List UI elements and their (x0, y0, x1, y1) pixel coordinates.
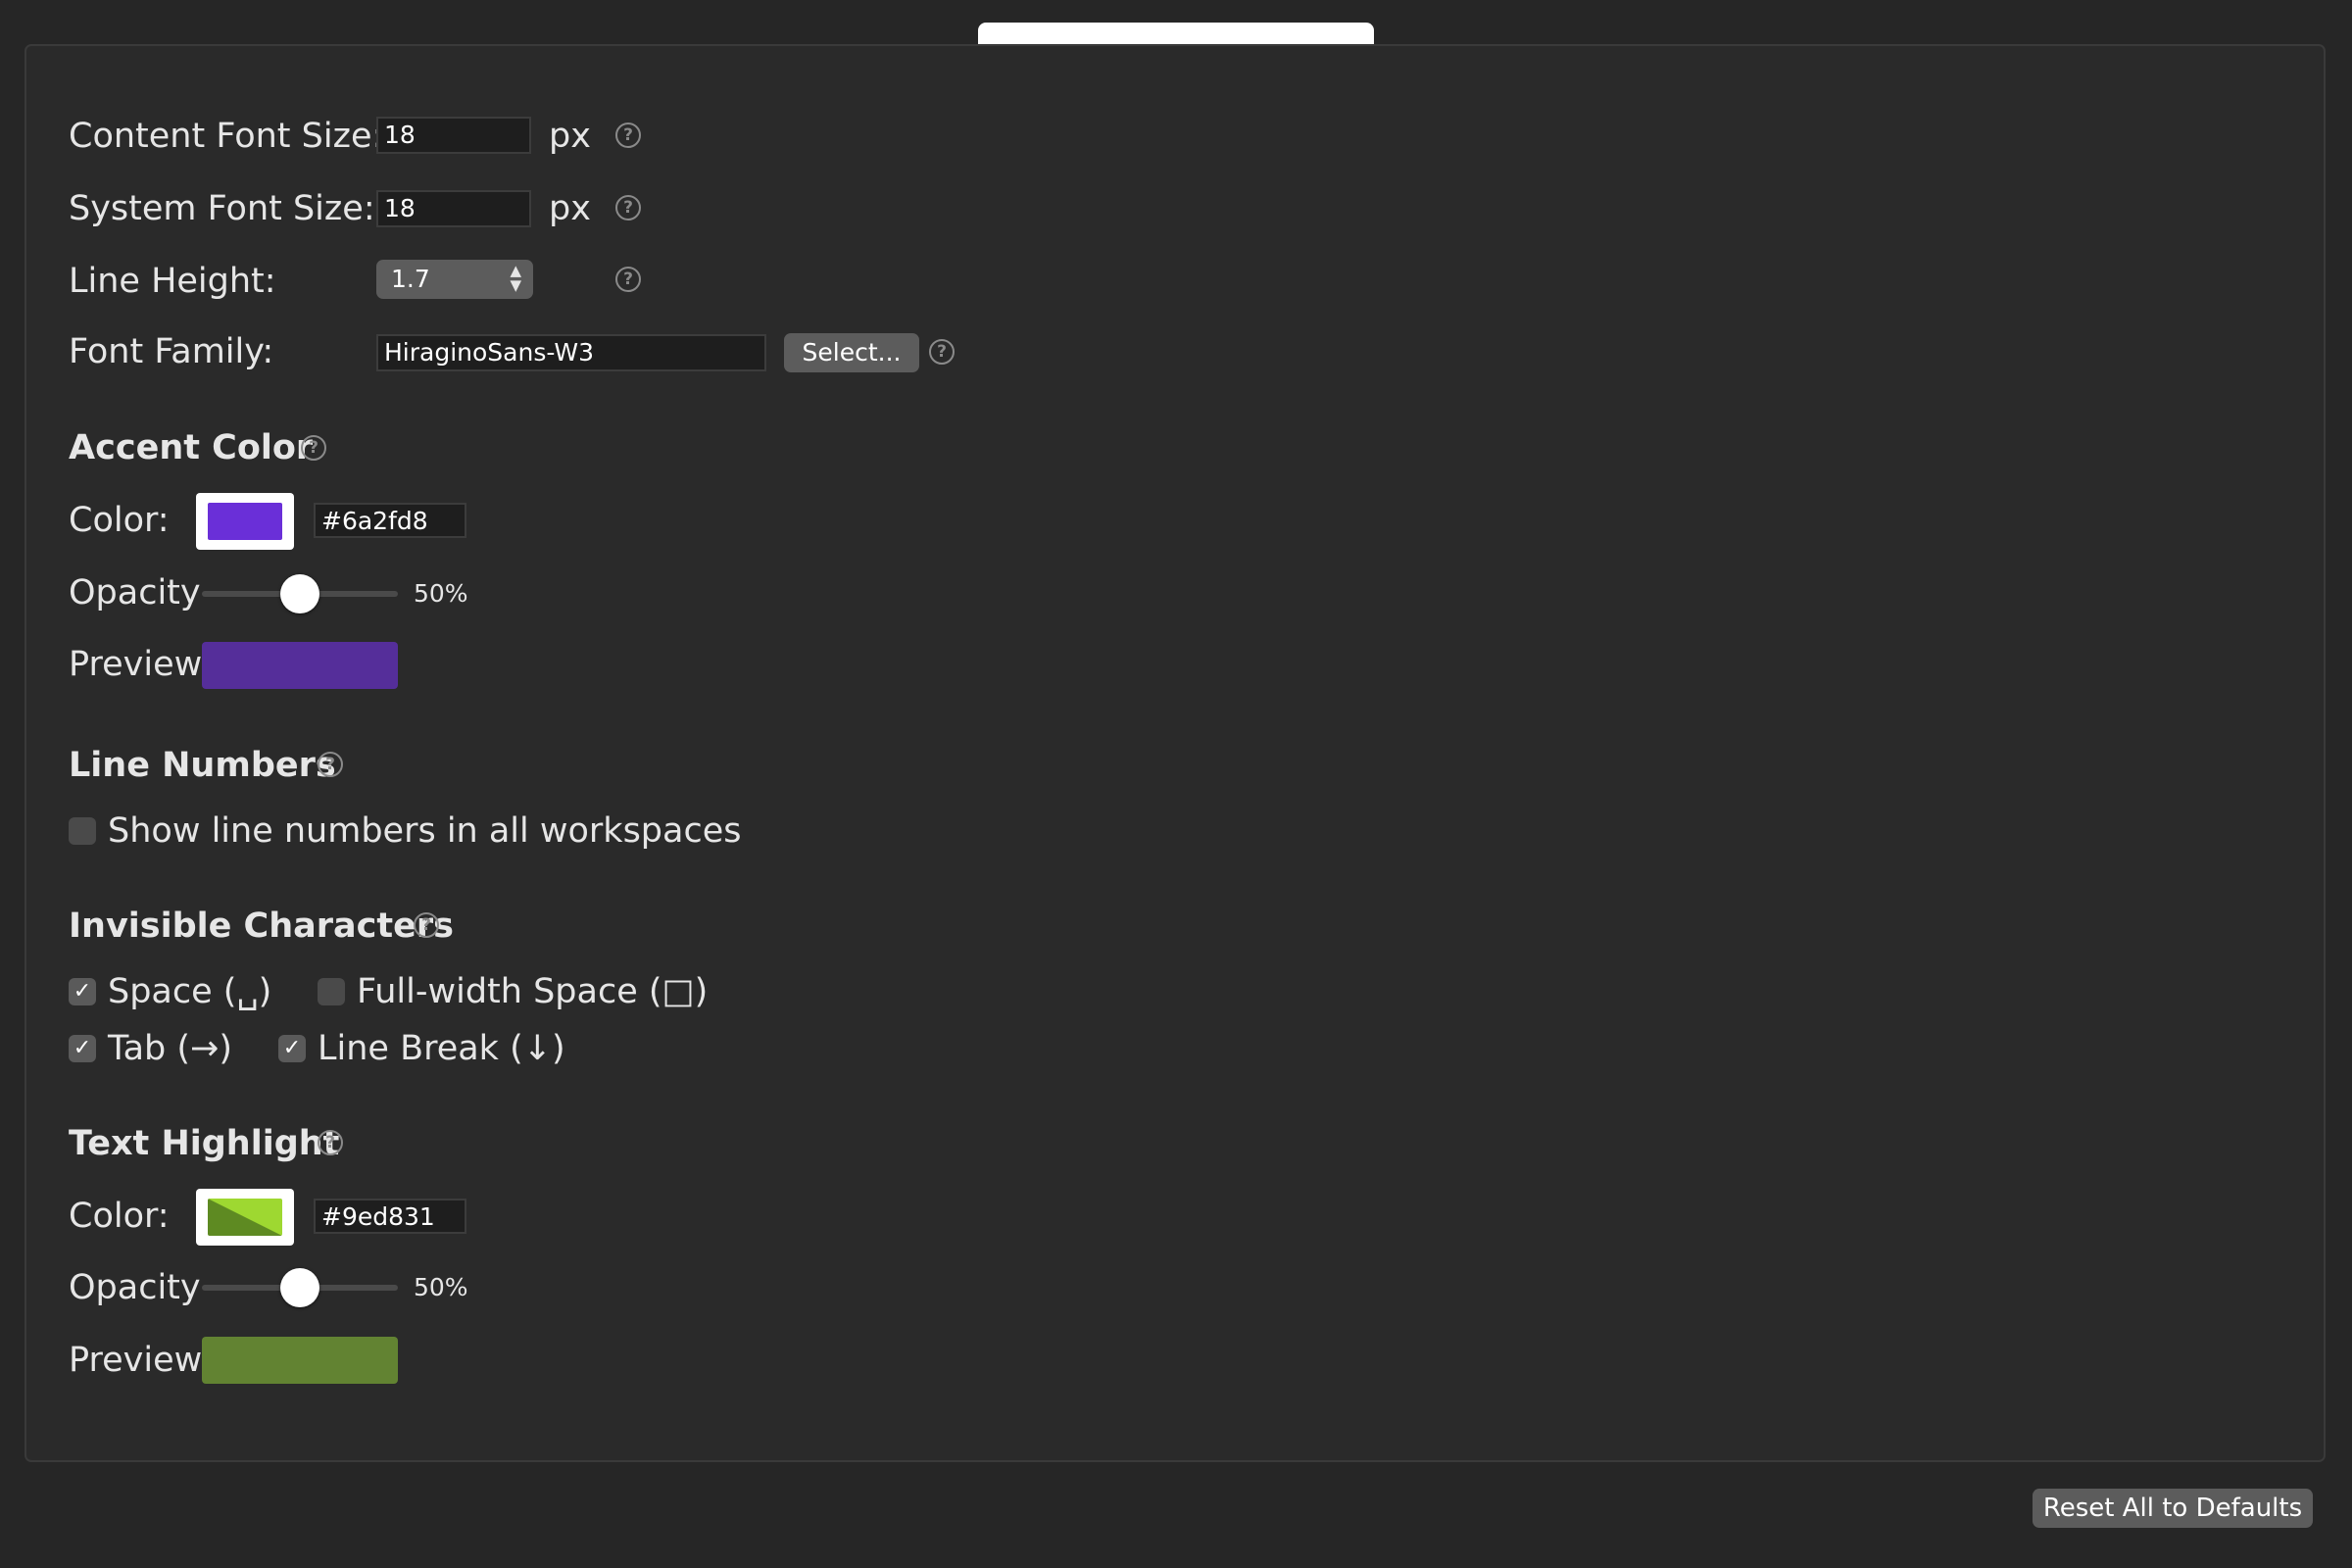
system-font-size-unit: px (549, 189, 591, 228)
highlight-color-swatch[interactable] (196, 1189, 294, 1246)
accent-preview-label: Preview (69, 645, 203, 684)
checkmark-icon: ✓ (73, 1036, 92, 1060)
line-numbers-heading: Line Numbers (69, 746, 336, 785)
accent-color-fill (208, 503, 282, 540)
reset-all-to-defaults-button[interactable]: Reset All to Defaults (2033, 1489, 2313, 1528)
space-option-label: Space (␣) (108, 972, 272, 1011)
line-numbers-option-label: Show line numbers in all workspaces (108, 811, 742, 851)
invisible-characters-heading: Invisible Characters (69, 906, 454, 946)
line-numbers-checkbox[interactable] (69, 817, 96, 845)
tab-option-label: Tab (→) (108, 1029, 233, 1068)
line-height-stepper[interactable]: 1.7 ▲ ▼ (376, 260, 533, 299)
text-highlight-heading: Text Highlight (69, 1124, 340, 1163)
highlight-color-label: Color: (69, 1197, 170, 1236)
highlight-preview-label: Preview (69, 1341, 203, 1380)
line-height-value: 1.7 (391, 265, 430, 293)
highlight-opacity-slider-thumb[interactable] (280, 1268, 319, 1307)
highlight-opacity-value: 50% (414, 1273, 468, 1301)
highlight-color-fill (208, 1199, 282, 1236)
help-icon[interactable]: ? (615, 267, 641, 292)
help-icon[interactable]: ? (414, 912, 439, 938)
accent-opacity-value: 50% (414, 579, 468, 608)
system-font-size-input[interactable]: 18 (376, 190, 531, 227)
accent-opacity-slider-thumb[interactable] (280, 574, 319, 613)
help-icon[interactable]: ? (301, 435, 326, 461)
up-down-chevron-icon[interactable]: ▲ ▼ (510, 264, 521, 293)
highlight-preview-bar (202, 1337, 398, 1384)
help-icon[interactable]: ? (318, 752, 343, 777)
highlight-opacity-label: Opacity (69, 1268, 201, 1307)
content-font-size-label: Content Font Size: (69, 117, 384, 156)
checkmark-icon: ✓ (282, 1036, 302, 1060)
space-checkbox[interactable]: ✓ (69, 978, 96, 1005)
accent-preview-bar (202, 642, 398, 689)
settings-panel (24, 44, 2326, 1462)
help-icon[interactable]: ? (615, 195, 641, 220)
accent-color-swatch[interactable] (196, 493, 294, 550)
select-font-button[interactable]: Select... (784, 333, 919, 372)
help-icon[interactable]: ? (615, 122, 641, 148)
line-height-label: Line Height: (69, 262, 276, 301)
accent-color-hex-input[interactable]: #6a2fd8 (314, 503, 466, 538)
tab-checkbox[interactable]: ✓ (69, 1035, 96, 1062)
checkmark-icon: ✓ (73, 979, 92, 1004)
full-width-space-checkbox[interactable] (318, 978, 345, 1005)
line-break-option-label: Line Break (↓) (318, 1029, 565, 1068)
accent-opacity-label: Opacity (69, 573, 201, 612)
highlight-color-hex-input[interactable]: #9ed831 (314, 1199, 466, 1234)
accent-color-label: Color: (69, 501, 170, 540)
font-family-input[interactable]: HiraginoSans-W3 (376, 334, 766, 371)
content-font-size-unit: px (549, 117, 591, 156)
accent-color-heading: Accent Color (69, 428, 314, 467)
system-font-size-label: System Font Size: (69, 189, 375, 228)
help-icon[interactable]: ? (929, 339, 955, 365)
font-family-label: Font Family: (69, 332, 274, 371)
content-font-size-input[interactable]: 18 (376, 117, 531, 154)
help-icon[interactable]: ? (318, 1130, 343, 1155)
full-width-space-option-label: Full-width Space (□) (357, 972, 709, 1011)
line-break-checkbox[interactable]: ✓ (278, 1035, 306, 1062)
